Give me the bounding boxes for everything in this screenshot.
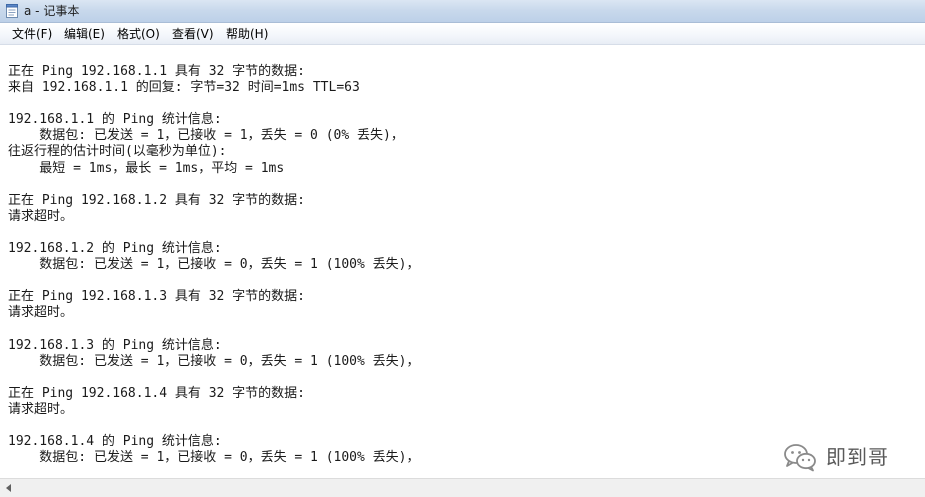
horizontal-scrollbar[interactable] (0, 478, 925, 497)
text-line: 正在 Ping 192.168.1.2 具有 32 字节的数据: (8, 192, 306, 208)
text-line (8, 370, 420, 386)
title-bar[interactable]: a - 记事本 (0, 0, 925, 23)
menu-help[interactable]: 帮助(H) (226, 27, 268, 42)
text-line: 192.168.1.4 的 Ping 统计信息: (8, 434, 222, 450)
wechat-icon (784, 444, 816, 472)
notepad-icon (6, 4, 18, 18)
text-line: 请求超时。 (8, 305, 74, 321)
scroll-left-button[interactable] (0, 479, 18, 497)
text-line: 数据包: 已发送 = 1，已接收 = 0，丢失 = 1 (100% 丢失)， (8, 353, 420, 369)
text-line: 请求超时。 (8, 208, 74, 224)
text-line: 往返行程的估计时间(以毫秒为单位): (8, 144, 227, 160)
text-line (8, 322, 420, 338)
text-line: 正在 Ping 192.168.1.1 具有 32 字节的数据: (8, 64, 306, 79)
watermark-text: 即到哥 (826, 445, 889, 469)
text-line: 192.168.1.1 的 Ping 统计信息: (8, 112, 222, 128)
menu-file[interactable]: 文件(F) (12, 27, 52, 42)
menu-format[interactable]: 格式(O) (117, 27, 160, 42)
text-line: 最短 = 1ms，最长 = 1ms，平均 = 1ms (8, 160, 285, 176)
text-line (8, 177, 420, 193)
text-line: 正在 Ping 192.168.1.4 具有 32 字节的数据: (8, 385, 306, 401)
text-line: 来自 192.168.1.1 的回复: 字节=32 时间=1ms TTL=63 (8, 80, 360, 96)
text-editor[interactable]: 正在 Ping 192.168.1.1 具有 32 字节的数据: 来自 192.… (0, 46, 925, 478)
text-line (8, 225, 420, 241)
text-line (8, 418, 420, 434)
arrow-left-icon (6, 484, 11, 492)
text-line: 192.168.1.2 的 Ping 统计信息: (8, 241, 222, 257)
text-line: 数据包: 已发送 = 1，已接收 = 0，丢失 = 1 (100% 丢失)， (8, 257, 420, 273)
text-line (8, 273, 420, 289)
watermark: 即到哥 (782, 440, 912, 474)
text-line: 正在 Ping 192.168.1.3 具有 32 字节的数据: (8, 289, 306, 305)
menu-edit[interactable]: 编辑(E) (64, 27, 105, 42)
text-line: 192.168.1.3 的 Ping 统计信息: (8, 337, 222, 353)
text-line (8, 96, 420, 112)
text-line: 数据包: 已发送 = 1，已接收 = 0，丢失 = 1 (100% 丢失)， (8, 450, 420, 466)
text-line: 请求超时。 (8, 401, 74, 417)
notepad-window: a - 记事本 文件(F) 编辑(E) 格式(O) 查看(V) 帮助(H) 正在… (0, 0, 925, 497)
menu-view[interactable]: 查看(V) (172, 27, 214, 42)
menu-bar: 文件(F) 编辑(E) 格式(O) 查看(V) 帮助(H) (0, 24, 925, 45)
document-text: 正在 Ping 192.168.1.1 具有 32 字节的数据: 来自 192.… (8, 64, 420, 466)
text-line: 数据包: 已发送 = 1，已接收 = 1，丢失 = 0 (0% 丢失)， (8, 128, 404, 144)
window-title: a - 记事本 (24, 4, 80, 18)
